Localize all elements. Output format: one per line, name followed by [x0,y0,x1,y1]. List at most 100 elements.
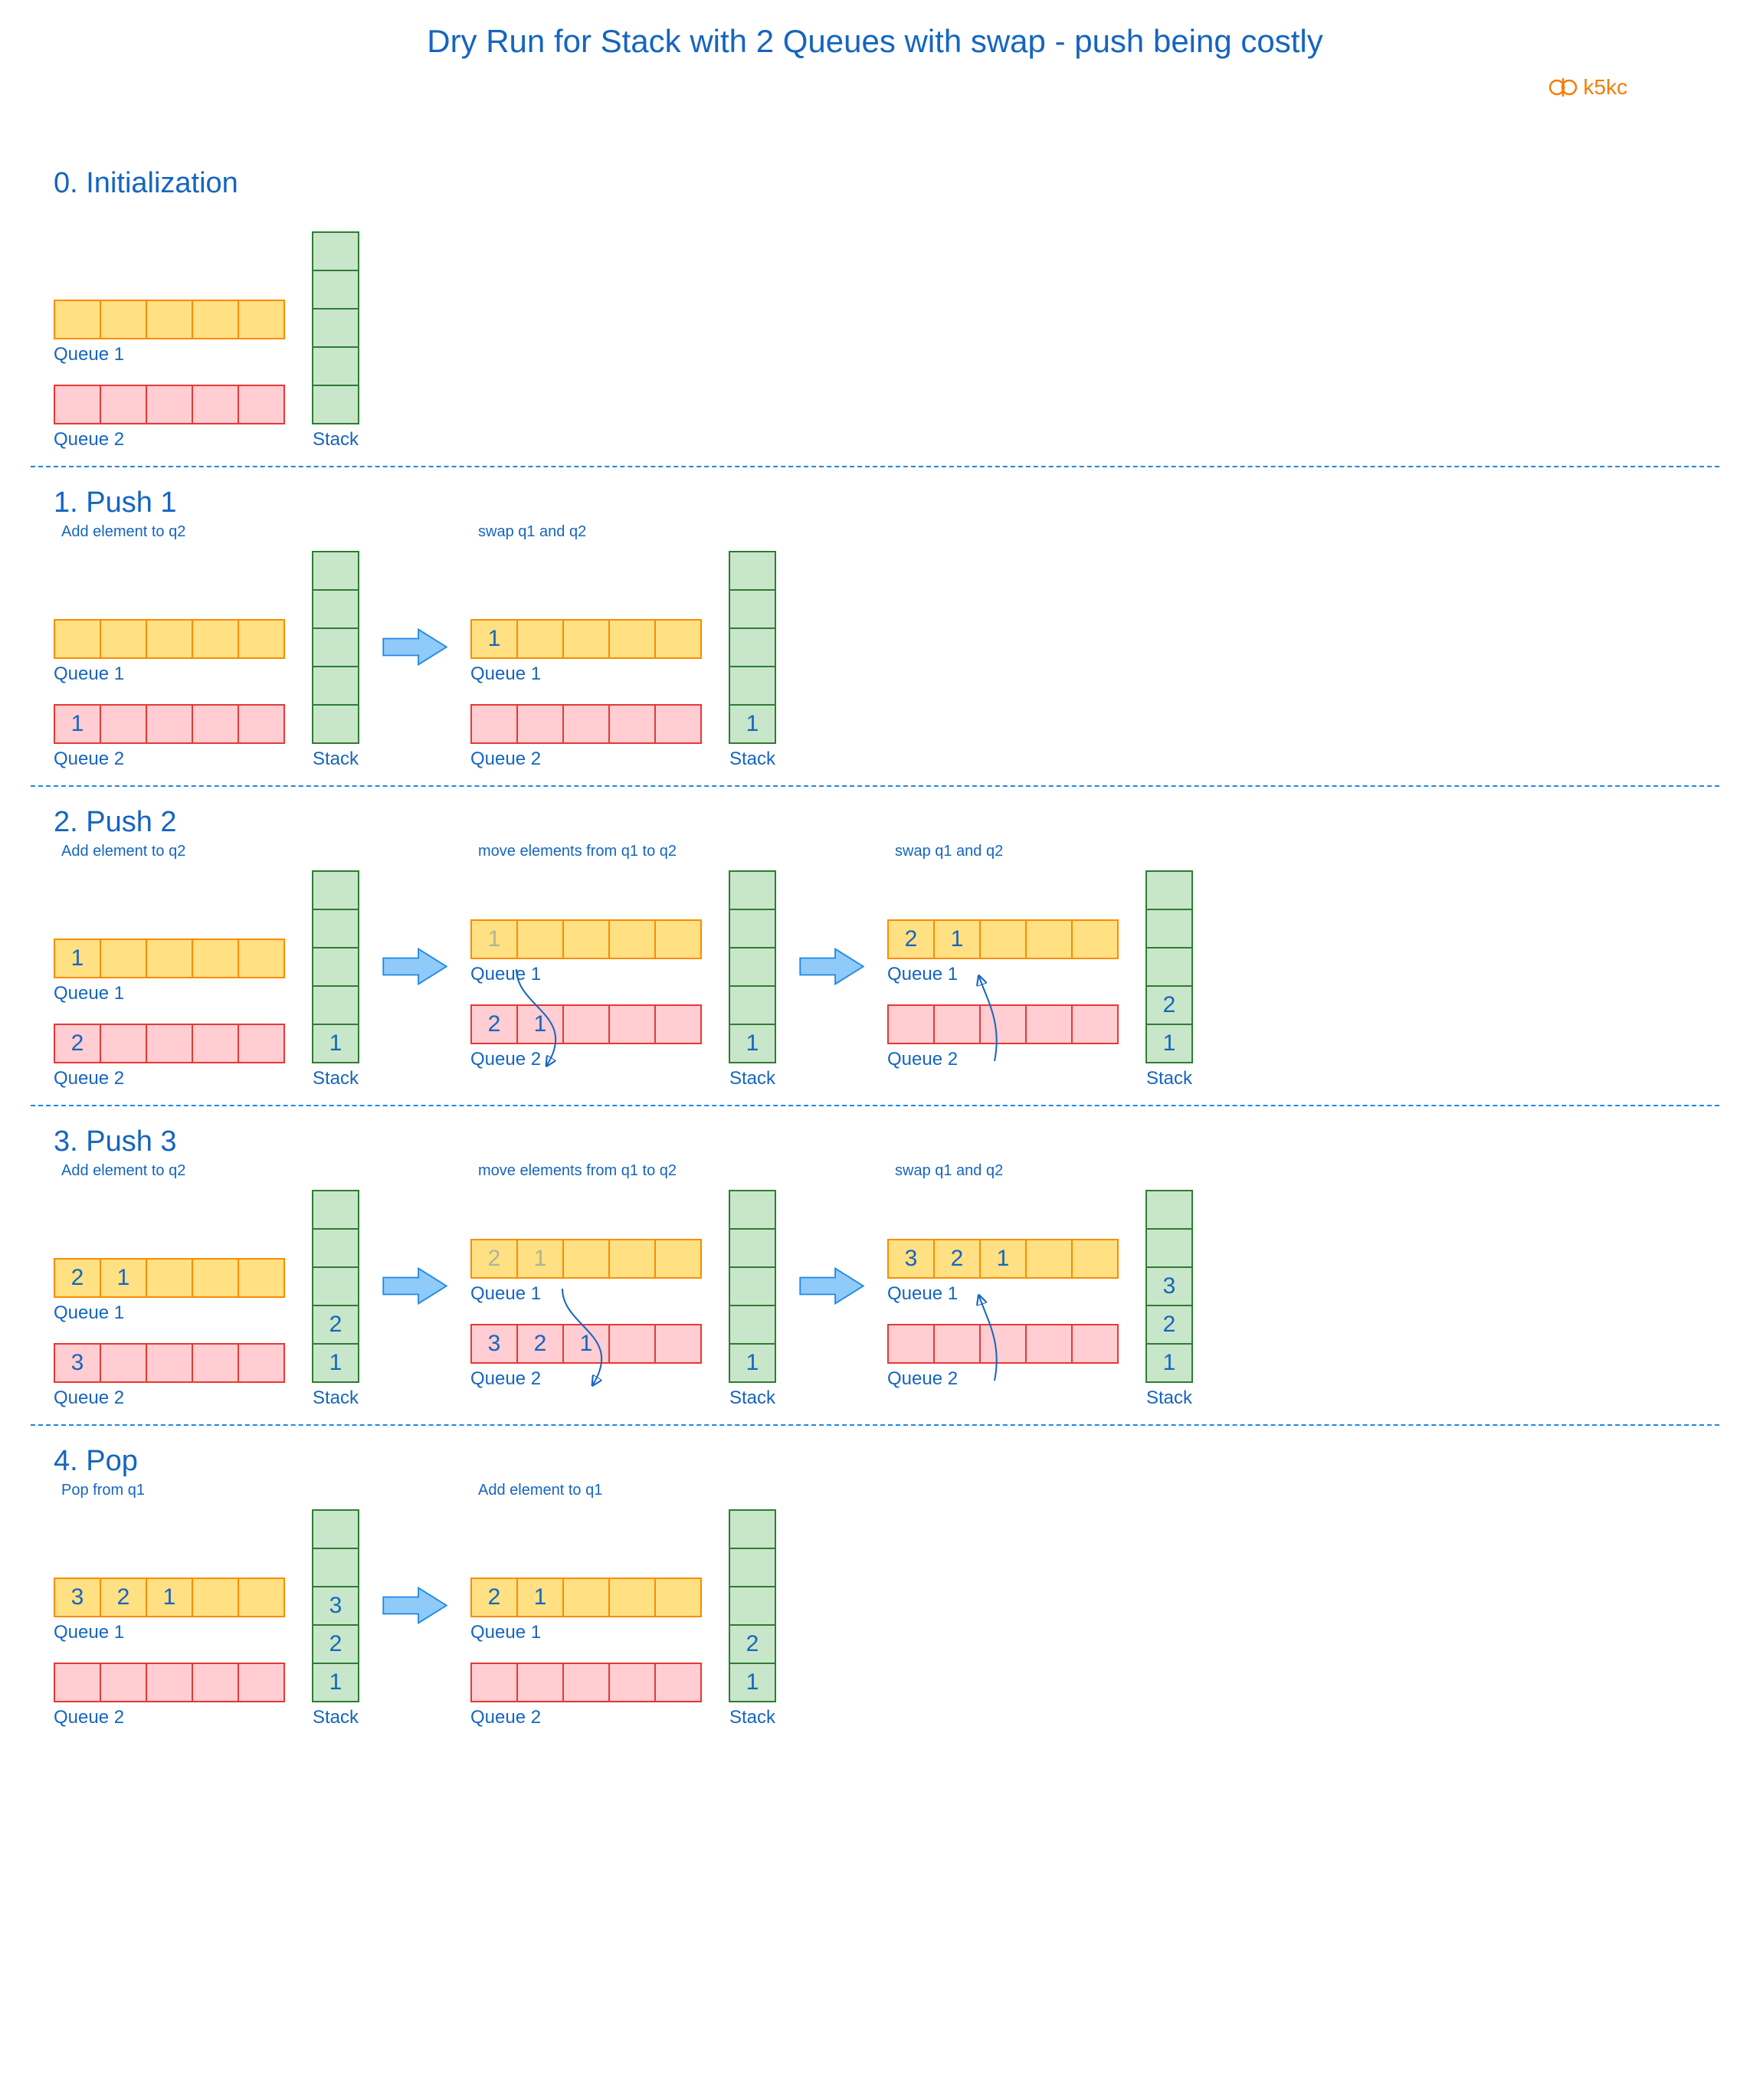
substep: Add element to q121Queue 1Queue 221Stack [470,1482,776,1728]
queue-1-label: Queue 1 [470,1622,702,1643]
queue-cell: 1 [516,1577,564,1617]
stack-cell: 3 [312,1586,359,1626]
queue-1: 321 [887,1239,1119,1279]
stack: 21 [1145,870,1193,1063]
stack-cell [1145,870,1193,910]
queue-cell [54,385,101,424]
queues-stack-group: 21Queue 1Queue 221Stack [470,1509,776,1728]
queue-cell [1025,919,1073,959]
queue-1: 21 [470,1577,702,1617]
stack-cell [312,270,359,310]
stack: 21 [729,1509,776,1702]
queue-2: 3 [54,1343,285,1383]
step-arrow-icon [379,626,451,668]
queue-cell [192,1663,239,1702]
substep-caption: swap q1 and q2 [895,1162,1193,1184]
queues-stack-group: 321Queue 1Queue 2321Stack [54,1509,359,1728]
queue-cell [100,939,147,978]
stack-label: Stack [729,1068,775,1089]
step-arrow-icon [795,945,868,988]
substep: swap q1 and q2321Queue 1Queue 2 321Stack [887,1162,1193,1409]
stack-column: 1Stack [312,870,359,1089]
stack-cell: 1 [729,1024,776,1063]
queue-cell [608,919,656,959]
queue-cell [1071,919,1119,959]
queue-cell [100,704,147,744]
stack [312,231,359,424]
queue-2 [470,704,702,744]
queue-cell [1071,1239,1119,1279]
stack-cell [312,589,359,629]
step-title: 3. Push 3 [54,1125,1719,1158]
queue-cell [238,619,285,659]
stack-cell: 2 [1145,1305,1193,1345]
stack-cell [312,1190,359,1230]
queues-column: 21Queue 13Queue 2 [54,1258,285,1409]
queue-cell: 2 [470,1004,518,1044]
queues-column: 21Queue 1Queue 2 [887,919,1119,1089]
stack-label: Stack [729,1387,775,1409]
substeps-row: Pop from q1321Queue 1Queue 2321Stack Add… [54,1482,1719,1728]
stack-cell [312,385,359,424]
queue-cell [238,1258,285,1298]
stack-cell [729,1228,776,1268]
stack-label: Stack [729,1707,775,1728]
queue-cell [100,385,147,424]
queue-1: 21 [54,1258,285,1298]
queue-cell [146,1343,193,1383]
queue-cell [146,1024,193,1063]
queue-cell [516,1663,564,1702]
queue-cell: 3 [54,1343,101,1383]
queue-cell [238,385,285,424]
step-section: 2. Push 2Add element to q21Queue 12Queue… [31,787,1719,1106]
queue-cell: 3 [470,1324,518,1364]
queue-cell [654,1577,702,1617]
queue-1-label: Queue 1 [54,1302,285,1324]
stack-cell: 2 [312,1624,359,1664]
queue-cell [100,1663,147,1702]
stack-cell [729,1266,776,1306]
stack-cell [729,985,776,1025]
queue-2 [470,1663,702,1702]
stack-cell [729,909,776,948]
queue-cell [516,619,564,659]
stack-column: Stack [312,551,359,770]
queue-2: 1 [54,704,285,744]
stack-cell [1145,1228,1193,1268]
stack: 1 [312,870,359,1063]
stack-cell: 1 [312,1343,359,1383]
queue-cell [192,704,239,744]
queue-cell: 2 [54,1024,101,1063]
queues-stack-group: 21Queue 13Queue 221Stack [54,1190,359,1409]
queue-1 [54,619,285,659]
step-title: 1. Push 1 [54,487,1719,519]
queue-cell [654,704,702,744]
queue-cell [470,1663,518,1702]
queues-stack-group: 1Queue 1Queue 21Stack [470,551,776,770]
stack: 1 [729,551,776,744]
queue-cell [192,385,239,424]
queues-stack-group: Queue 1Queue 2Stack [54,231,359,450]
stack-column: 321Stack [1145,1190,1193,1409]
queue-cell [238,1577,285,1617]
queue-cell [654,619,702,659]
queue-cell [146,619,193,659]
queue-cell: 1 [470,919,518,959]
substep-caption: swap q1 and q2 [895,843,1193,864]
queue-cell [238,704,285,744]
substeps-row: Add element to q2Queue 11Queue 2Stack sw… [54,523,1719,770]
queue-1: 1 [470,919,702,959]
queue-cell [238,300,285,339]
step-section: 0. InitializationQueue 1Queue 2Stack [31,148,1719,467]
stack-column: 1 Stack [729,870,776,1089]
queue-1-label: Queue 1 [470,964,702,985]
stack-cell: 1 [1145,1343,1193,1383]
queue-cell [516,704,564,744]
queue-cell: 1 [562,1324,610,1364]
queue-cell [1071,1004,1119,1044]
brand-row: k5kc [31,75,1719,102]
substep: swap q1 and q221Queue 1Queue 2 21Stack [887,843,1193,1089]
queue-cell: 2 [887,919,935,959]
queue-cell: 1 [100,1258,147,1298]
stack-label: Stack [313,429,359,450]
